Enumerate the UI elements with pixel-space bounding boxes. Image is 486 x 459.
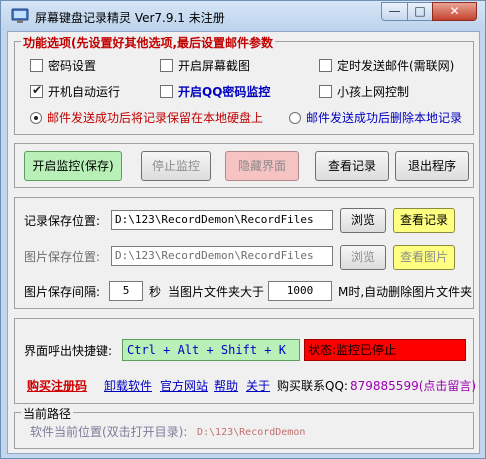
- checkbox-box: [160, 85, 173, 98]
- contact-label: 购买联系QQ:: [277, 379, 348, 393]
- timed-mail-checkbox[interactable]: 定时发送邮件(需联网): [319, 58, 454, 74]
- keep-records-radio[interactable]: 邮件发送成功后将记录保留在本地硬盘上: [30, 110, 263, 126]
- view-record-button[interactable]: 查看记录: [393, 208, 455, 233]
- record-path-label: 记录保存位置:: [24, 214, 101, 228]
- delete-records-label: 邮件发送成功后删除本地记录: [306, 111, 463, 125]
- hotkey-label: 界面呼出快捷键:: [24, 344, 113, 358]
- screenshot-checkbox[interactable]: 开启屏幕截图: [160, 58, 250, 74]
- monitor-status-badge: 状态:监控已停止: [304, 339, 466, 361]
- timed-mail-label: 定时发送邮件(需联网): [337, 59, 455, 73]
- image-path-label: 图片保存位置:: [24, 250, 101, 264]
- window-title: 屏幕键盘记录精灵 Ver7.9.1 未注册: [35, 11, 225, 25]
- qq-monitor-checkbox[interactable]: 开启QQ密码监控: [160, 84, 270, 100]
- password-label: 密码设置: [48, 59, 97, 73]
- size-threshold-suffix: M时,自动删除图片文件夹: [338, 285, 473, 299]
- kid-control-checkbox[interactable]: 小孩上网控制: [319, 84, 409, 100]
- size-threshold-label: 当图片文件夹大于: [168, 285, 265, 299]
- checkbox-box: [319, 85, 332, 98]
- browse-image-button[interactable]: 浏览: [340, 245, 386, 270]
- view-image-button[interactable]: 查看图片: [393, 245, 455, 270]
- checkbox-box: [319, 59, 332, 72]
- maximize-button[interactable]: □: [407, 2, 433, 21]
- options-legend: 功能选项(先设置好其他选项,最后设置邮件参数: [21, 34, 276, 51]
- uninstall-link[interactable]: 卸载软件: [104, 378, 152, 394]
- autostart-checkbox[interactable]: ✔ 开机自动运行: [30, 83, 121, 100]
- keyboard-app-icon: [11, 8, 29, 23]
- checkbox-box: [160, 59, 173, 72]
- start-monitor-button[interactable]: 开启监控(保存): [24, 151, 122, 181]
- title-bar[interactable]: 屏幕键盘记录精灵 Ver7.9.1 未注册 — □ ✕: [1, 1, 485, 31]
- checkmark-icon: ✔: [32, 83, 43, 97]
- kid-control-label: 小孩上网控制: [337, 85, 410, 99]
- current-path-value[interactable]: D:\123\RecordDemon: [197, 425, 305, 441]
- checkbox-box: [30, 59, 43, 72]
- delete-records-radio[interactable]: 邮件发送成功后删除本地记录: [289, 110, 462, 126]
- size-threshold-input[interactable]: 1000: [268, 281, 332, 301]
- hotkey-input[interactable]: Ctrl + Alt + Shift + K: [122, 339, 300, 361]
- current-path-label[interactable]: 软件当前位置(双击打开目录):: [30, 424, 187, 440]
- password-checkbox[interactable]: 密码设置: [30, 58, 96, 74]
- minimize-button[interactable]: —: [381, 2, 408, 21]
- interval-label: 图片保存间隔:: [24, 285, 101, 299]
- interval-unit: 秒: [149, 285, 162, 299]
- current-path-legend: 当前路径: [21, 405, 74, 422]
- radio-circle: [289, 112, 301, 124]
- keep-records-label: 邮件发送成功后将记录保留在本地硬盘上: [47, 111, 264, 125]
- interval-input[interactable]: 5: [109, 281, 143, 301]
- radio-dot: [34, 116, 38, 120]
- record-path-input[interactable]: D:\123\RecordDemon\RecordFiles: [111, 210, 333, 230]
- image-path-input[interactable]: D:\123\RecordDemon\RecordFiles: [111, 246, 333, 266]
- buy-license-link[interactable]: 购买注册码: [27, 378, 87, 394]
- stop-monitor-button[interactable]: 停止监控: [141, 151, 211, 181]
- about-link[interactable]: 关于: [246, 378, 270, 394]
- hide-ui-button[interactable]: 隐藏界面: [225, 151, 299, 181]
- radio-circle: [30, 112, 42, 124]
- autostart-label: 开机自动运行: [48, 85, 121, 99]
- browse-record-button[interactable]: 浏览: [340, 208, 386, 233]
- close-button[interactable]: ✕: [432, 2, 477, 21]
- checkbox-box: ✔: [30, 83, 43, 98]
- screenshot-label: 开启屏幕截图: [178, 59, 251, 73]
- qq-monitor-label: 开启QQ密码监控: [178, 85, 271, 99]
- help-link[interactable]: 帮助: [214, 378, 238, 394]
- contact-qq-link[interactable]: 879885599(点击留言): [350, 378, 476, 394]
- client-area: 功能选项(先设置好其他选项,最后设置邮件参数 密码设置 开启屏幕截图 定时发送邮…: [7, 31, 480, 454]
- app-window: 屏幕键盘记录精灵 Ver7.9.1 未注册 — □ ✕ 功能选项(先设置好其他选…: [0, 0, 486, 459]
- website-link[interactable]: 官方网站: [160, 378, 208, 394]
- exit-button[interactable]: 退出程序: [395, 151, 469, 181]
- view-records-button[interactable]: 查看记录: [315, 151, 389, 181]
